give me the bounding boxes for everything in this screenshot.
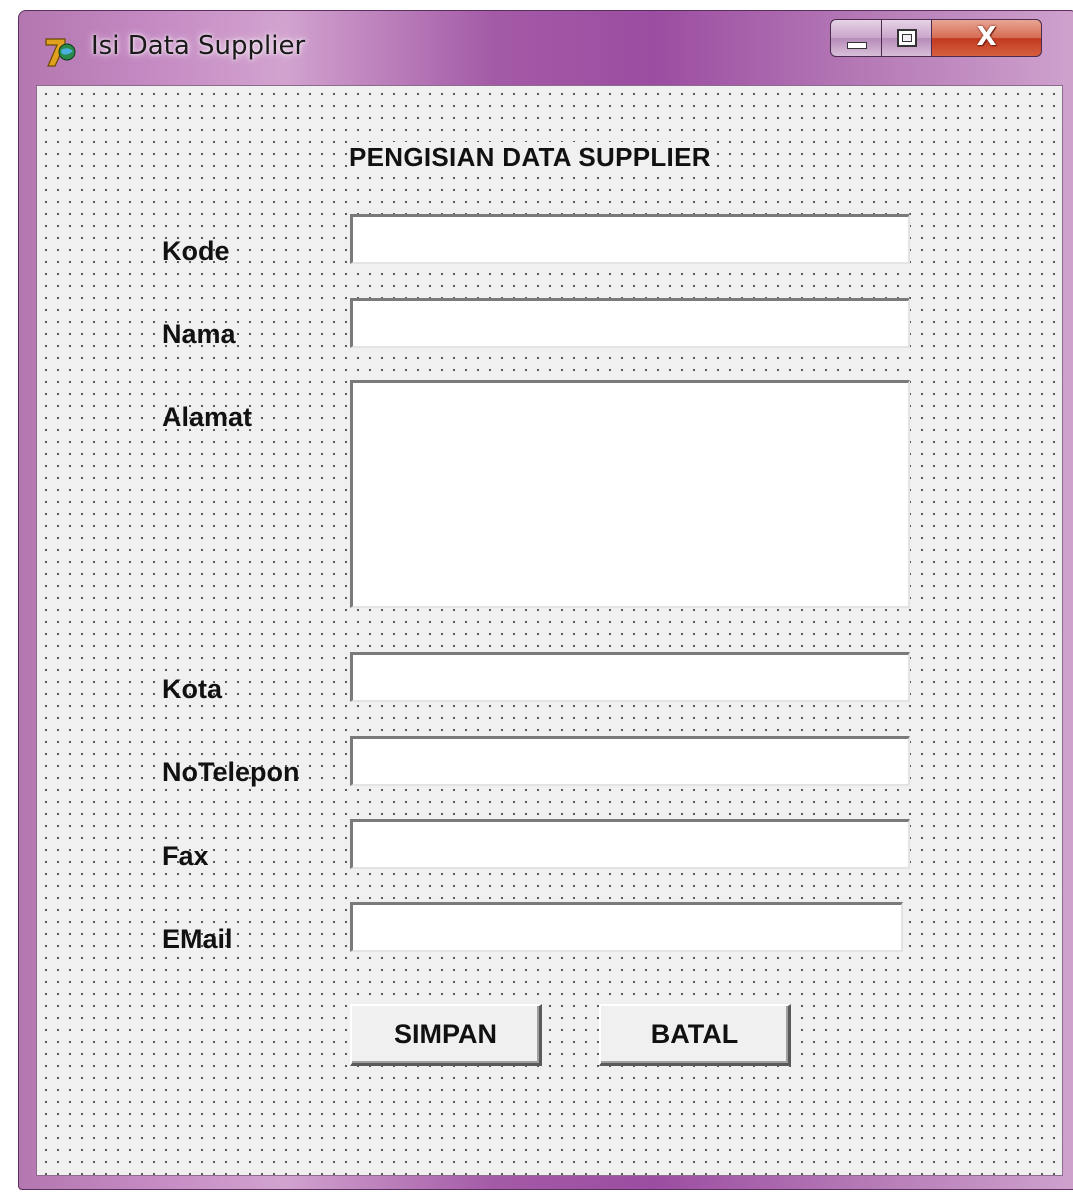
batal-button[interactable]: BATAL <box>599 1004 791 1066</box>
kode-input[interactable] <box>350 214 910 264</box>
caption-buttons: X <box>830 19 1042 57</box>
nama-input[interactable] <box>350 298 910 348</box>
email-label: EMail <box>162 924 233 954</box>
title-bar[interactable]: Isi Data Supplier X <box>19 11 1073 89</box>
notelepon-input[interactable] <box>350 736 910 786</box>
form-client-area: PENGISIAN DATA SUPPLIER Kode Nama Alamat… <box>36 85 1063 1176</box>
email-input[interactable] <box>350 902 903 952</box>
window-title: Isi Data Supplier <box>91 31 306 61</box>
fax-label: Fax <box>162 841 209 871</box>
kode-label: Kode <box>162 236 230 266</box>
kota-input[interactable] <box>350 652 910 702</box>
maximize-button[interactable] <box>882 19 932 57</box>
close-icon: X <box>976 22 997 52</box>
alamat-textarea[interactable] <box>350 380 910 608</box>
notelepon-label: NoTelepon <box>162 757 300 787</box>
simpan-button[interactable]: SIMPAN <box>350 1004 542 1066</box>
fax-input[interactable] <box>350 819 910 869</box>
minimize-button[interactable] <box>830 19 882 57</box>
alamat-label: Alamat <box>162 402 253 432</box>
app-icon <box>45 38 76 67</box>
form-heading: PENGISIAN DATA SUPPLIER <box>349 142 715 173</box>
close-button[interactable]: X <box>932 19 1042 57</box>
kota-label: Kota <box>162 674 222 704</box>
maximize-icon <box>897 29 917 47</box>
form-window: Isi Data Supplier X PENGISIAN DATA SUPPL… <box>18 10 1073 1190</box>
minimize-icon <box>847 42 867 49</box>
nama-label: Nama <box>162 319 236 349</box>
